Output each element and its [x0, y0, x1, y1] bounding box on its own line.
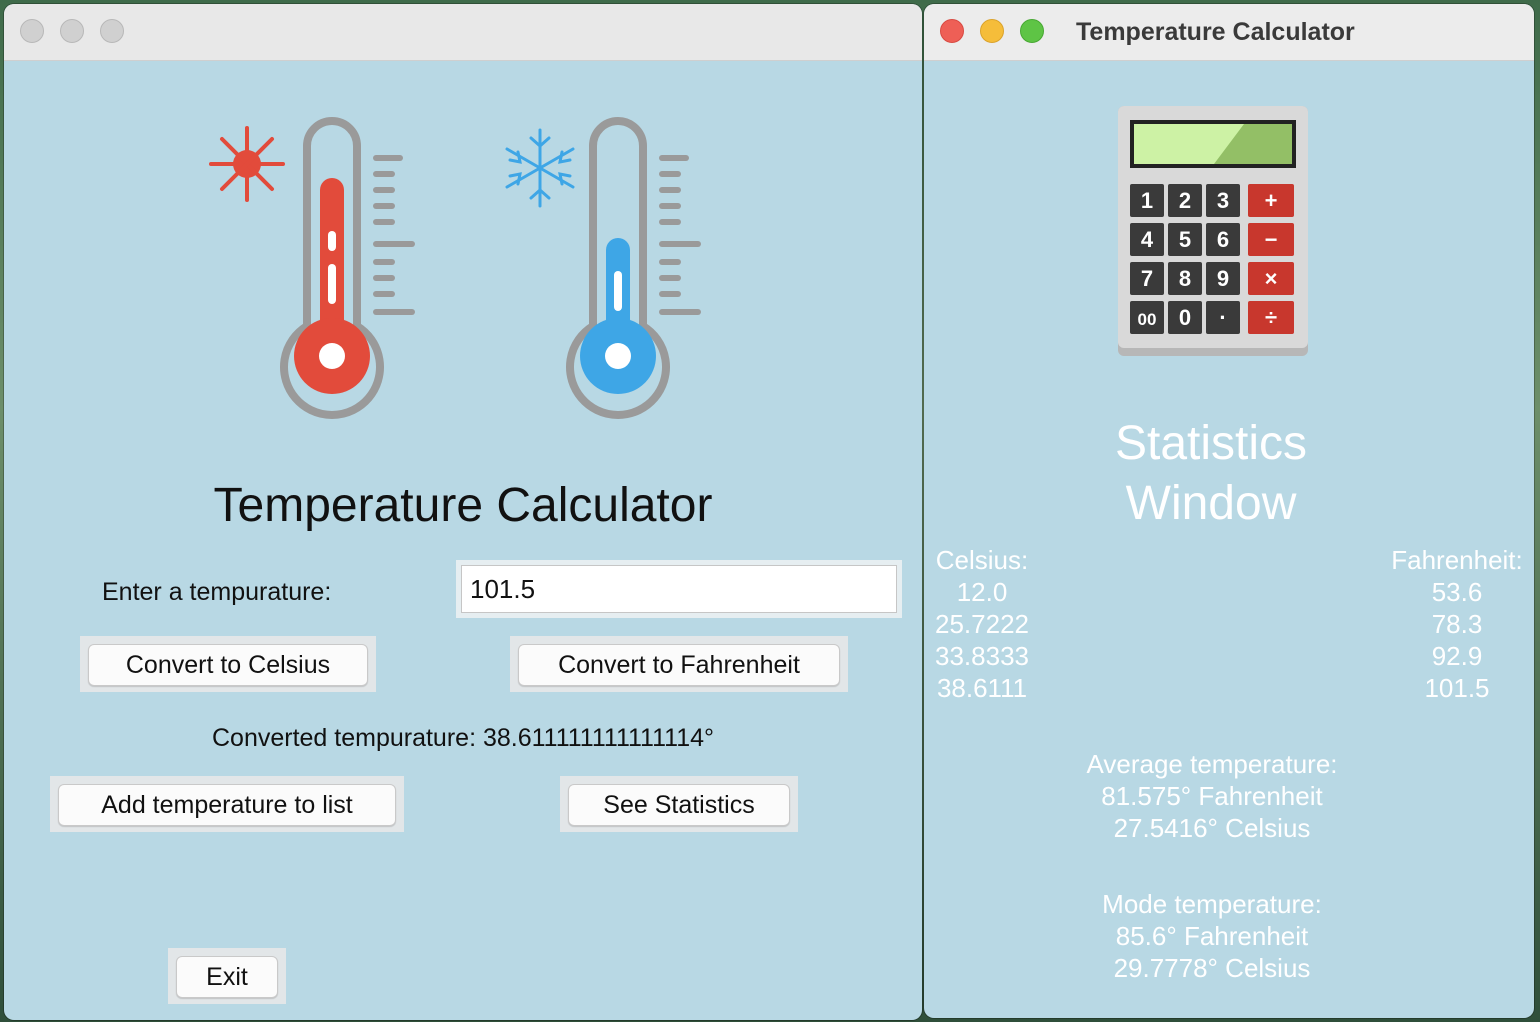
main-content: Temperature Calculator Enter a tempuratu…	[10, 66, 916, 1014]
exit-button[interactable]: Exit	[176, 956, 278, 998]
calculator-key-label: 2	[1179, 188, 1191, 213]
calculator-key-label: ×	[1265, 266, 1278, 291]
stats-title-line2: Window	[1125, 477, 1297, 530]
convert-to-fahrenheit-button[interactable]: Convert to Fahrenheit	[518, 644, 840, 686]
calculator-key-label: 6	[1217, 227, 1229, 252]
calculator-key-label: +	[1265, 188, 1278, 213]
zoom-button[interactable]	[1020, 19, 1044, 43]
window-title: Temperature Calculator	[1076, 18, 1355, 46]
sun-icon	[209, 126, 285, 202]
celsius-value: 38.6111	[936, 673, 1028, 703]
main-titlebar[interactable]	[4, 4, 922, 61]
calculator-key-label: −	[1265, 227, 1278, 252]
average-fahrenheit: 81.575° Fahrenheit	[1101, 781, 1323, 811]
convert-fahrenheit-wrap: Convert to Fahrenheit	[510, 636, 848, 692]
celsius-value: 25.7222	[935, 609, 1029, 639]
cold-thermometer-icon	[566, 117, 701, 419]
fahrenheit-header: Fahrenheit:	[1391, 545, 1523, 575]
stats-title-line1: Statistics	[1114, 417, 1308, 470]
convert-to-celsius-button[interactable]: Convert to Celsius	[88, 644, 368, 686]
temperature-input[interactable]	[461, 565, 897, 613]
exit-wrap: Exit	[168, 948, 286, 1004]
see-statistics-wrap: See Statistics	[560, 776, 798, 832]
close-button[interactable]	[20, 19, 44, 43]
mode-fahrenheit: 85.6° Fahrenheit	[1115, 921, 1309, 951]
minimize-button[interactable]	[980, 19, 1004, 43]
add-temperature-wrap: Add temperature to list	[50, 776, 404, 832]
mode-label: Mode temperature:	[1102, 889, 1322, 919]
calculator-key-label: 0	[1179, 305, 1191, 330]
statistics-window: Temperature Calculator 1 2 3 +4 5 6−7 8 9 × 00 0 · ÷…	[924, 4, 1534, 1018]
fahrenheit-value: 101.5	[1424, 673, 1490, 703]
minimize-button[interactable]	[60, 19, 84, 43]
app-heading: Temperature Calculator	[213, 479, 713, 532]
mode-celsius: 29.7778° Celsius	[1113, 953, 1311, 983]
see-statistics-button[interactable]: See Statistics	[568, 784, 790, 826]
fahrenheit-value: 78.3	[1431, 609, 1483, 639]
main-window: Temperature Calculator Enter a tempuratu…	[4, 4, 922, 1020]
calculator-key-label: 8	[1179, 266, 1191, 291]
close-button[interactable]	[940, 19, 964, 43]
calculator-key-label: ·	[1219, 305, 1226, 330]
input-label: Enter a tempurature:	[102, 578, 332, 606]
converted-result: Converted tempurature: 38.61111111111111…	[211, 724, 714, 752]
hot-thermometer-icon	[280, 117, 415, 419]
calculator-key-label: 1	[1141, 188, 1153, 213]
convert-celsius-wrap: Convert to Celsius	[80, 636, 376, 692]
calculator-key-label: 9	[1217, 266, 1229, 291]
thermometer-illustration	[209, 117, 701, 419]
average-celsius: 27.5416° Celsius	[1113, 813, 1311, 843]
zoom-button[interactable]	[100, 19, 124, 43]
calculator-key-label: 4	[1141, 227, 1154, 252]
snowflake-icon	[505, 128, 575, 208]
average-label: Average temperature:	[1086, 749, 1338, 779]
calculator-key-label: 00	[1138, 310, 1157, 329]
calculator-key-label: ÷	[1265, 305, 1277, 330]
calculator-key-label: 3	[1217, 188, 1229, 213]
add-temperature-button[interactable]: Add temperature to list	[58, 784, 396, 826]
celsius-header: Celsius:	[935, 545, 1029, 575]
celsius-value: 33.8333	[935, 641, 1029, 671]
fahrenheit-value: 92.9	[1431, 641, 1483, 671]
calculator-icon: 1 2 3 +4 5 6 −7 8 9 ×00 0 · ÷	[1118, 106, 1308, 356]
fahrenheit-value: 53.6	[1431, 577, 1483, 607]
calculator-key-label: 5	[1179, 227, 1191, 252]
celsius-value: 12.0	[956, 577, 1008, 607]
calculator-key-label: 7	[1141, 266, 1153, 291]
stats-titlebar[interactable]: Temperature Calculator	[924, 4, 1534, 61]
temperature-field-wrap	[456, 560, 902, 618]
